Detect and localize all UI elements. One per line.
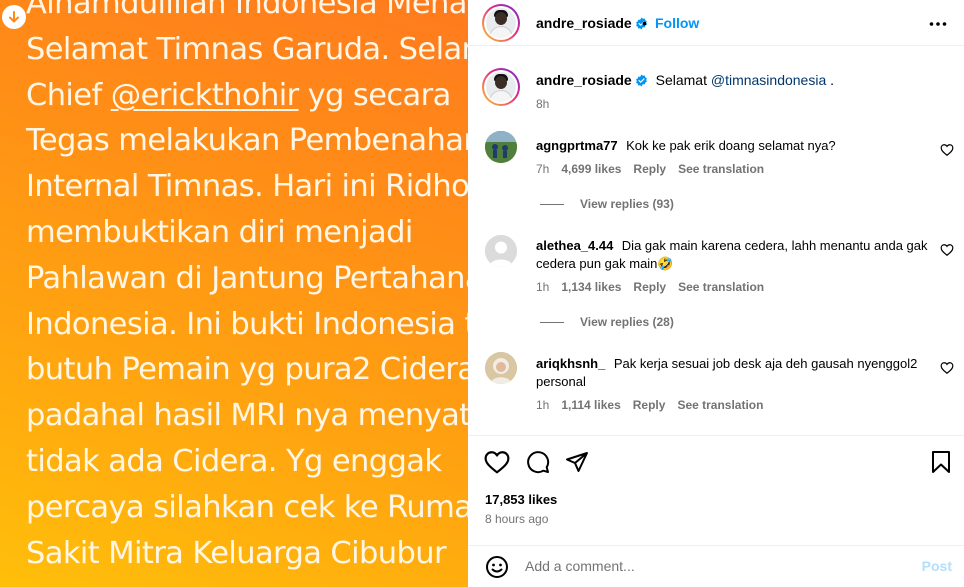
comment-item: agngprtma77 Kok ke pak erik doang selama… xyxy=(536,137,936,155)
media-line: Alhamdulillah Indonesia Menang. xyxy=(26,0,468,21)
avatar[interactable] xyxy=(485,131,517,163)
reply-button[interactable]: Reply xyxy=(633,398,666,412)
media-caption-text: Alhamdulillah Indonesia Menang. Selamat … xyxy=(26,0,468,576)
post-timestamp[interactable]: 8 hours ago xyxy=(485,512,548,526)
more-horizontal-icon[interactable] xyxy=(928,14,948,39)
media-line: percaya silahkan cek ke Rumah xyxy=(26,489,468,525)
comment-username[interactable]: agngprtma77 xyxy=(536,138,618,153)
heart-icon[interactable] xyxy=(940,361,954,380)
reply-button[interactable]: Reply xyxy=(633,162,666,176)
replies-divider xyxy=(540,322,564,324)
post-caption: andre_rosiade Selamat @timnasindonesia . xyxy=(536,72,936,90)
comment-time[interactable]: 7h xyxy=(536,162,549,176)
comment-username[interactable]: alethea_4.44 xyxy=(536,238,613,253)
avatar[interactable] xyxy=(482,4,520,42)
heart-icon[interactable] xyxy=(940,243,954,262)
post-comment-button[interactable]: Post xyxy=(922,558,952,574)
post-media: Alhamdulillah Indonesia Menang. Selamat … xyxy=(0,0,468,587)
media-line: tidak ada Cidera. Yg enggak xyxy=(26,443,442,479)
media-line-suffix: yg secara xyxy=(298,77,452,113)
comment-username[interactable]: ariqkhsnh_ xyxy=(536,356,605,371)
emoji-smiley-icon[interactable] xyxy=(485,555,509,584)
comment-likes[interactable]: 1,134 likes xyxy=(561,280,621,294)
comment-meta: 1h 1,114 likes Reply See translation xyxy=(536,398,775,412)
comment-item: alethea_4.44 Dia gak main karena cedera,… xyxy=(536,237,936,273)
comment-meta: 7h 4,699 likes Reply See translation xyxy=(536,162,776,176)
reply-button[interactable]: Reply xyxy=(633,280,666,294)
comment-meta: 1h 1,134 likes Reply See translation xyxy=(536,280,776,294)
comment-time[interactable]: 1h xyxy=(536,398,549,412)
likes-count[interactable]: 17,853 likes xyxy=(485,492,557,507)
like-heart-icon[interactable] xyxy=(484,450,510,479)
media-line: Chief @erickthohir yg secara xyxy=(26,73,466,119)
media-line: Selamat Timnas Garuda. Selamat xyxy=(26,31,468,67)
follow-button[interactable]: Follow xyxy=(655,15,699,31)
header-username[interactable]: andre_rosiade xyxy=(536,15,648,33)
media-line: membuktikan diri menjadi xyxy=(26,214,413,250)
bookmark-icon[interactable] xyxy=(931,450,951,479)
caption-username[interactable]: andre_rosiade xyxy=(536,72,632,88)
media-line: butuh Pemain yg pura2 Cidera xyxy=(26,352,468,388)
caption-mention-link[interactable]: @timnasindonesia xyxy=(711,72,826,88)
arrow-down-circle-icon[interactable] xyxy=(2,5,26,29)
comment-time[interactable]: 1h xyxy=(536,280,549,294)
view-replies-button[interactable]: View replies (93) xyxy=(540,197,674,211)
avatar[interactable] xyxy=(485,352,517,384)
separator-dot: • xyxy=(642,15,647,31)
comment-bubble-icon[interactable] xyxy=(526,450,550,479)
media-line: Sakit Mitra Keluarga Cibubur xyxy=(26,535,447,571)
view-replies-button[interactable]: View replies (28) xyxy=(540,315,674,329)
verified-badge-icon xyxy=(635,74,648,90)
view-replies-label[interactable]: View replies (28) xyxy=(580,315,674,329)
comment-input[interactable] xyxy=(525,552,905,580)
see-translation-button[interactable]: See translation xyxy=(678,280,764,294)
comment-likes[interactable]: 4,699 likes xyxy=(561,162,621,176)
media-line: Indonesia. Ini bukti Indonesia tidak xyxy=(26,306,468,342)
media-mention: @erickthohir xyxy=(110,77,299,113)
replies-divider xyxy=(540,204,564,206)
comment-item: ariqkhsnh_ Pak kerja sesuai job desk aja… xyxy=(536,355,936,391)
media-line: Tegas melakukan Pembenahan di xyxy=(26,123,468,159)
comment-text: Kok ke pak erik doang selamat nya? xyxy=(626,138,836,153)
media-line: Internal Timnas. Hari ini Ridho xyxy=(26,169,468,205)
see-translation-button[interactable]: See translation xyxy=(678,162,764,176)
view-replies-label[interactable]: View replies (93) xyxy=(580,197,674,211)
share-paper-plane-icon[interactable] xyxy=(565,450,589,479)
post-header: andre_rosiade • Follow xyxy=(468,0,964,46)
heart-icon[interactable] xyxy=(940,143,954,162)
media-line: Pahlawan di Jantung Pertahanan xyxy=(26,260,468,296)
see-translation-button[interactable]: See translation xyxy=(677,398,763,412)
username-text[interactable]: andre_rosiade xyxy=(536,15,632,31)
comment-likes[interactable]: 1,114 likes xyxy=(561,398,620,412)
media-line-prefix: Chief xyxy=(26,77,111,113)
add-comment-bar: Post xyxy=(468,545,964,587)
caption-avatar[interactable] xyxy=(482,68,520,106)
avatar[interactable] xyxy=(485,235,517,267)
post-details-panel: andre_rosiade • Follow andre_rosiade Sel… xyxy=(468,0,964,587)
media-line: padahal hasil MRI nya menyatakan xyxy=(26,398,468,434)
caption-suffix: . xyxy=(826,72,835,88)
caption-text: Selamat xyxy=(655,72,711,88)
post-actions: 17,853 likes 8 hours ago xyxy=(468,435,964,535)
caption-time[interactable]: 8h xyxy=(536,97,549,111)
